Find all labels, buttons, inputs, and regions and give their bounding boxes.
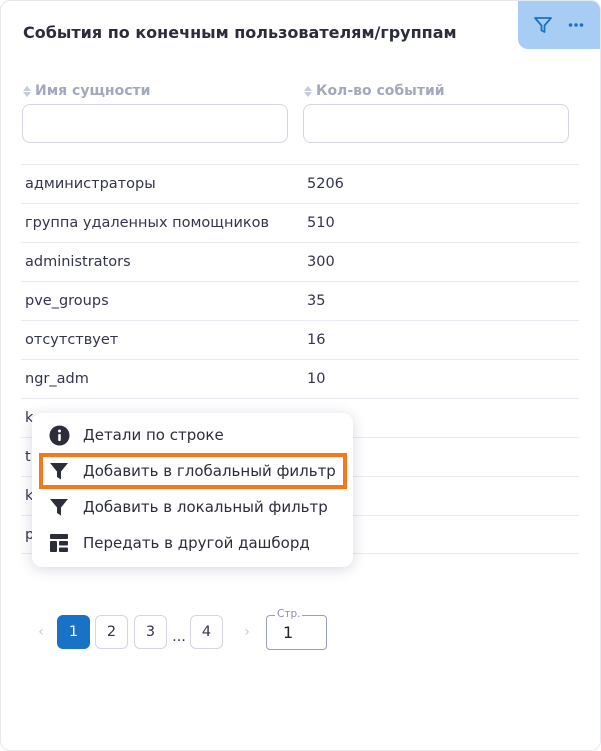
more-icon bbox=[568, 23, 583, 27]
cell-count: 5206 bbox=[307, 176, 344, 192]
name-filter-input[interactable] bbox=[22, 104, 288, 143]
page-button-3[interactable]: 3 bbox=[134, 615, 167, 649]
menu-item-add-local-filter[interactable]: Добавить в локальный фильтр bbox=[48, 491, 328, 523]
table-row[interactable]: группа удаленных помощников 510 bbox=[21, 203, 579, 242]
info-icon bbox=[48, 424, 70, 446]
filter-icon bbox=[533, 17, 552, 33]
page-button-2[interactable]: 2 bbox=[95, 615, 128, 649]
table-row[interactable]: administrators 300 bbox=[21, 242, 579, 281]
table-row[interactable]: администраторы 5206 bbox=[21, 164, 579, 203]
cell-count: 35 bbox=[307, 293, 326, 309]
column-header-label: Имя сущности bbox=[35, 83, 151, 99]
table-row[interactable]: pve_groups 35 bbox=[21, 281, 579, 320]
page-field-label: Стр. bbox=[275, 608, 303, 620]
cell-name: администраторы bbox=[25, 176, 156, 192]
menu-item-label: Передать в другой дашборд bbox=[83, 534, 310, 552]
menu-item-highlight bbox=[39, 453, 347, 489]
page-button-4[interactable]: 4 bbox=[190, 615, 223, 649]
column-header-label: Кол-во событий bbox=[316, 83, 445, 99]
prev-page-button[interactable]: ‹ bbox=[31, 615, 51, 649]
menu-item-row-details[interactable]: Детали по строке bbox=[48, 419, 224, 451]
column-header-name[interactable]: Имя сущности bbox=[23, 83, 150, 99]
page-button-1[interactable]: 1 bbox=[57, 615, 90, 649]
cell-count: 300 bbox=[307, 254, 335, 270]
sort-icon bbox=[23, 85, 31, 97]
widget-title: События по конечным пользователям/группа… bbox=[23, 23, 457, 42]
widget-toolbar bbox=[518, 1, 600, 49]
row-context-menu: Детали по строке Добавить в глобальный ф… bbox=[32, 413, 353, 567]
table-row[interactable]: отсутствует 16 bbox=[21, 320, 579, 359]
dashboard-icon bbox=[48, 532, 70, 554]
page-number-input[interactable]: Стр. 1 bbox=[266, 608, 327, 650]
more-button[interactable] bbox=[562, 11, 590, 39]
menu-item-label: Детали по строке bbox=[83, 426, 224, 444]
menu-item-send-to-dashboard[interactable]: Передать в другой дашборд bbox=[48, 527, 310, 559]
cell-name: administrators bbox=[25, 254, 131, 270]
cell-name: отсутствует bbox=[25, 332, 119, 348]
cell-count: 16 bbox=[307, 332, 326, 348]
column-header-count[interactable]: Кол-во событий bbox=[304, 83, 445, 99]
funnel-icon bbox=[48, 496, 70, 518]
page-field-value: 1 bbox=[283, 623, 294, 642]
cell-count: 10 bbox=[307, 371, 326, 387]
pagination-ellipsis: ... bbox=[172, 629, 186, 645]
cell-name: pve_groups bbox=[25, 293, 109, 309]
count-filter-input[interactable] bbox=[303, 104, 569, 143]
widget-card: События по конечным пользователям/группа… bbox=[0, 0, 601, 751]
table-row[interactable]: ngr_adm 10 bbox=[21, 359, 579, 398]
menu-item-label: Добавить в локальный фильтр bbox=[83, 498, 328, 516]
filter-button[interactable] bbox=[529, 11, 557, 39]
cell-count: 510 bbox=[307, 215, 335, 231]
cell-name: ngr_adm bbox=[25, 371, 89, 387]
cell-name: группа удаленных помощников bbox=[25, 215, 270, 231]
next-page-button[interactable]: › bbox=[237, 615, 257, 649]
sort-icon bbox=[304, 85, 312, 97]
